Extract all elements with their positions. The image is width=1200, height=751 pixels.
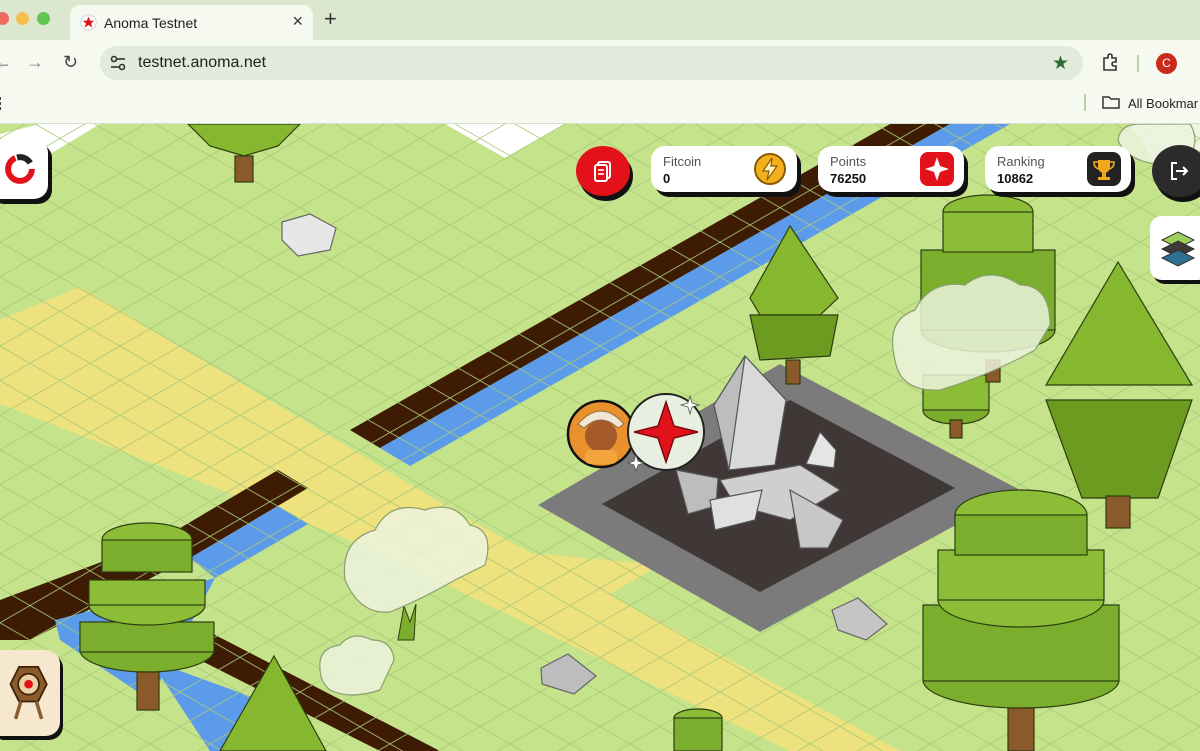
tab-title: Anoma Testnet (104, 15, 198, 31)
logout-icon (1171, 162, 1189, 180)
target-tool-icon (9, 666, 48, 720)
toolbar-divider (1137, 55, 1139, 72)
points-value: 76250 (830, 171, 867, 186)
ranking-label: Ranking (997, 154, 1045, 169)
apps-grid-icon[interactable] (0, 96, 4, 110)
ranking-panel: Ranking 10862 (985, 146, 1131, 192)
map-icon (1160, 231, 1196, 267)
player-avatar[interactable] (566, 399, 636, 469)
inventory-icon (594, 161, 611, 182)
browser-tab[interactable]: Anoma Testnet × (70, 5, 313, 40)
game-map-canvas[interactable] (0, 124, 1200, 751)
bookmark-star-icon[interactable]: ★ (1052, 52, 1069, 75)
fitcoin-label: Fitcoin (663, 154, 702, 169)
folder-icon (1102, 96, 1120, 109)
zoom-window-button[interactable] (37, 12, 50, 25)
trophy-icon (1087, 152, 1121, 186)
bookmarks-bar: All Bookmar (0, 86, 1200, 124)
browser-tab-bar: Anoma Testnet × + (0, 0, 1200, 40)
extensions-icon[interactable] (1100, 52, 1120, 72)
profile-avatar[interactable]: C (1156, 53, 1177, 74)
new-tab-button[interactable]: + (324, 6, 337, 32)
anoma-favicon-icon (80, 14, 97, 31)
back-button[interactable]: ← (0, 52, 12, 73)
points-label: Points (830, 154, 867, 169)
logout-button[interactable] (1152, 145, 1200, 197)
sparkle-bubble[interactable] (626, 393, 705, 473)
tool-button[interactable] (0, 650, 60, 736)
close-window-button[interactable] (0, 12, 9, 25)
inventory-button[interactable] (576, 146, 630, 196)
sparkle-icon (920, 152, 954, 186)
forward-button[interactable]: → (26, 52, 44, 73)
points-panel: Points 76250 (818, 146, 964, 192)
address-bar[interactable]: testnet.anoma.net ★ (100, 46, 1083, 80)
anoma-logo-icon (5, 154, 35, 184)
fitcoin-value: 0 (663, 171, 671, 186)
ranking-value: 10862 (997, 171, 1034, 186)
round-tree (673, 708, 723, 751)
lightning-coin-icon (754, 153, 786, 185)
minimize-window-button[interactable] (16, 12, 29, 25)
bookmarks-divider (1084, 94, 1086, 111)
all-bookmarks-link[interactable]: All Bookmar (1128, 96, 1198, 111)
browser-toolbar: ← → ↻ testnet.anoma.net ★ (0, 40, 1200, 86)
site-settings-icon[interactable] (108, 53, 128, 73)
anoma-logo-button[interactable] (0, 139, 48, 199)
fitcoin-panel: Fitcoin 0 (651, 146, 797, 192)
reload-button[interactable]: ↻ (63, 52, 78, 73)
url-text: testnet.anoma.net (138, 54, 267, 71)
map-button[interactable] (1150, 216, 1200, 280)
close-tab-icon[interactable]: × (292, 11, 303, 32)
